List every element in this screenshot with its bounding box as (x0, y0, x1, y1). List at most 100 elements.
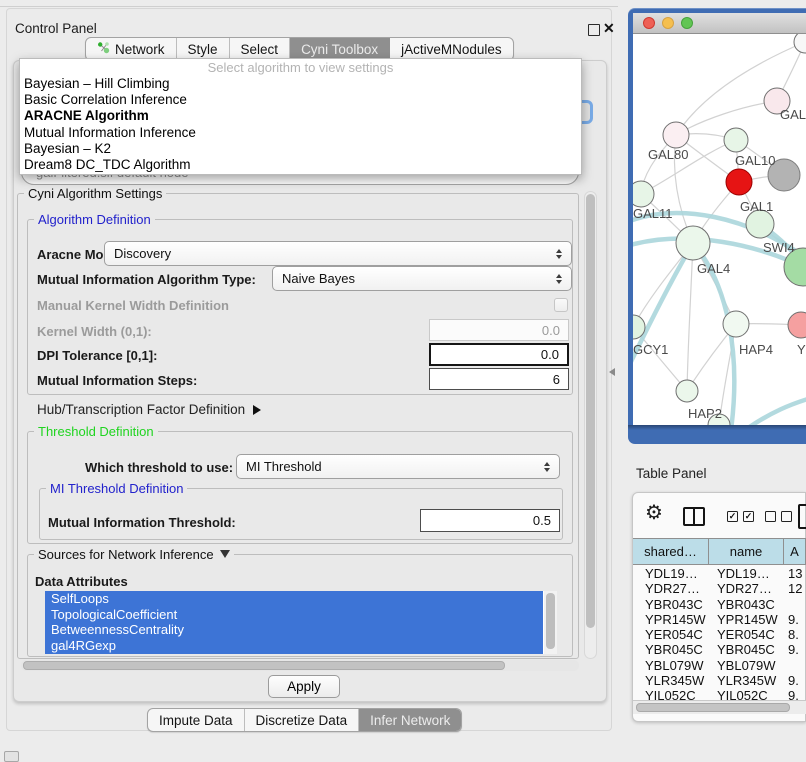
kernel-width-field[interactable] (429, 319, 569, 341)
table-cell: 12 (784, 581, 806, 596)
network-node-label: HAP4 (739, 342, 773, 357)
select-all-check-icon[interactable]: ✓ (727, 511, 738, 522)
algorithm-option-mutual-information-inference[interactable]: Mutual Information Inference (20, 125, 581, 141)
mi-steps-field[interactable] (429, 368, 569, 390)
attr-item-betweennesscentrality[interactable]: BetweennessCentrality (45, 622, 543, 638)
threshold-definition-title: Threshold Definition (34, 424, 158, 439)
tab-select[interactable]: Select (230, 38, 291, 60)
network-node-gal11[interactable] (633, 181, 654, 207)
tab-network-label: Network (115, 42, 165, 57)
gear-icon[interactable]: ⚙ (645, 503, 663, 523)
table-row[interactable]: YPR145WYPR145W9. (633, 612, 806, 627)
bottom-tab-impute-data[interactable]: Impute Data (148, 709, 245, 731)
network-node-y[interactable] (788, 312, 806, 338)
table-cell: YBL079W (709, 658, 784, 673)
settings-horizontal-scrollbar[interactable] (21, 660, 579, 671)
attr-item-topologicalcoefficient[interactable]: TopologicalCoefficient (45, 607, 543, 623)
collapsed-panel-button[interactable] (4, 751, 19, 762)
table-row[interactable]: YDR27…YDR27…12 (633, 581, 806, 596)
network-node-gal1[interactable] (726, 169, 752, 195)
network-node-gal10[interactable] (724, 128, 748, 152)
table-cell: 9. (784, 673, 806, 688)
table-row[interactable]: YBL079WYBL079W (633, 658, 806, 673)
table-horizontal-scrollbar-thumb[interactable] (636, 703, 790, 712)
table-row[interactable]: YBR043CYBR043C (633, 597, 806, 612)
table-cell: 13 (784, 566, 806, 581)
data-attributes-list[interactable]: SelfLoopsTopologicalCoefficientBetweenne… (45, 591, 557, 654)
table-cell: 8. (784, 627, 806, 642)
split-columns-icon[interactable] (683, 507, 705, 526)
manual-kernel-width-checkbox[interactable] (554, 298, 568, 312)
network-node-label: HAP2 (688, 406, 722, 421)
tab-jactivemnodules-label: jActiveMNodules (401, 42, 502, 57)
network-node-gal4[interactable] (676, 226, 710, 260)
table-horizontal-scrollbar[interactable] (633, 700, 806, 714)
sources-group-title[interactable]: Sources for Network Inference (34, 547, 234, 562)
attr-item-gal4rgexp[interactable]: gal4RGexp (45, 638, 543, 654)
algorithm-option-aracne-algorithm[interactable]: ARACNE Algorithm (20, 108, 581, 124)
bottom-tab-infer-network[interactable]: Infer Network (359, 709, 461, 731)
export-table-icon[interactable] (798, 504, 806, 529)
splitter-collapse-icon[interactable] (609, 368, 615, 376)
mac-zoom-icon[interactable] (681, 17, 693, 29)
attr-list-scrollbar-thumb[interactable] (546, 593, 555, 649)
network-node-hap4[interactable] (723, 311, 749, 337)
mi-algorithm-type-combo[interactable]: Naive Bayes (272, 266, 572, 291)
network-node-label: SWI4 (763, 240, 795, 255)
bottom-tab-discretize-data[interactable]: Discretize Data (245, 709, 360, 731)
algorithm-dropdown: Select algorithm to view settings Bayesi… (19, 58, 582, 175)
table-row[interactable]: YBR045CYBR045C9. (633, 642, 806, 657)
mac-close-icon[interactable] (643, 17, 655, 29)
which-threshold-value: MI Threshold (246, 459, 322, 474)
settings-vertical-scrollbar[interactable] (584, 191, 597, 659)
table-row[interactable]: YLR345WYLR345W9. (633, 673, 806, 688)
aracne-mode-value: Discovery (114, 246, 171, 261)
algorithm-dropdown-list: Bayesian – Hill ClimbingBasic Correlatio… (20, 76, 581, 173)
table-row[interactable]: YER054CYER054C8. (633, 627, 806, 642)
algorithm-dropdown-placeholder: Select algorithm to view settings (20, 59, 581, 76)
column-header-name[interactable]: name (709, 539, 784, 564)
network-node-gal80[interactable] (663, 122, 689, 148)
algorithm-option-basic-correlation-inference[interactable]: Basic Correlation Inference (20, 92, 581, 108)
network-graph: GALGAL80GAL10GAL1GAL11SWI4GAL4GCY1HAP4YH… (633, 34, 806, 425)
tab-network[interactable]: Network (86, 38, 177, 60)
algorithm-option-dream8-dc-tdc-algorithm[interactable]: Dream8 DC_TDC Algorithm (20, 157, 581, 173)
attr-item-selfloops[interactable]: SelfLoops (45, 591, 543, 607)
column-header-a[interactable]: A (784, 539, 806, 564)
network-edge-highlighted (745, 398, 806, 425)
deselect-all-icon[interactable] (781, 511, 792, 522)
attr-list-scrollbar[interactable] (544, 591, 557, 654)
apply-button[interactable]: Apply (268, 675, 340, 698)
settings-vertical-scrollbar-thumb[interactable] (586, 194, 595, 628)
tab-cyni-toolbox[interactable]: Cyni Toolbox (290, 38, 390, 60)
network-node-hap2[interactable] (676, 380, 698, 402)
table-header-row: shared…nameA (633, 538, 806, 565)
network-window-titlebar[interactable] (633, 13, 806, 34)
algorithm-option-bayesian-hill-climbing[interactable]: Bayesian – Hill Climbing (20, 76, 581, 92)
settings-horizontal-scrollbar-thumb[interactable] (23, 661, 505, 670)
table-row[interactable]: YIL052CYIL052C9. (633, 688, 806, 700)
which-threshold-combo[interactable]: MI Threshold (236, 454, 560, 479)
select-all-check-icon[interactable]: ✓ (743, 511, 754, 522)
network-canvas[interactable]: GALGAL80GAL10GAL1GAL11SWI4GAL4GCY1HAP4YH… (633, 34, 806, 425)
table-row[interactable]: YDL19…YDL19…13 (633, 566, 806, 581)
network-icon (97, 41, 110, 57)
close-icon[interactable]: ✕ (603, 20, 615, 37)
tab-jactivemnodules[interactable]: jActiveMNodules (390, 38, 513, 60)
mi-threshold-field[interactable] (420, 509, 560, 532)
table-cell: YDR27… (709, 581, 784, 596)
network-node-label: GAL11 (633, 206, 673, 221)
dpi-tolerance-field[interactable] (429, 343, 569, 366)
mac-minimize-icon[interactable] (662, 17, 674, 29)
top-divider (0, 6, 618, 7)
network-node[interactable] (794, 34, 806, 53)
float-window-icon[interactable] (588, 24, 600, 36)
algorithm-option-bayesian-k2[interactable]: Bayesian – K2 (20, 141, 581, 157)
column-header-shared[interactable]: shared… (633, 539, 709, 564)
tab-style[interactable]: Style (177, 38, 230, 60)
bottom-tab-discretize-data-label: Discretize Data (256, 713, 348, 728)
aracne-mode-combo[interactable]: Discovery (104, 241, 572, 266)
deselect-all-icon[interactable] (765, 511, 776, 522)
network-node-swi4[interactable] (746, 210, 774, 238)
hub-tf-definition-section[interactable]: Hub/Transcription Factor Definition (37, 402, 261, 417)
